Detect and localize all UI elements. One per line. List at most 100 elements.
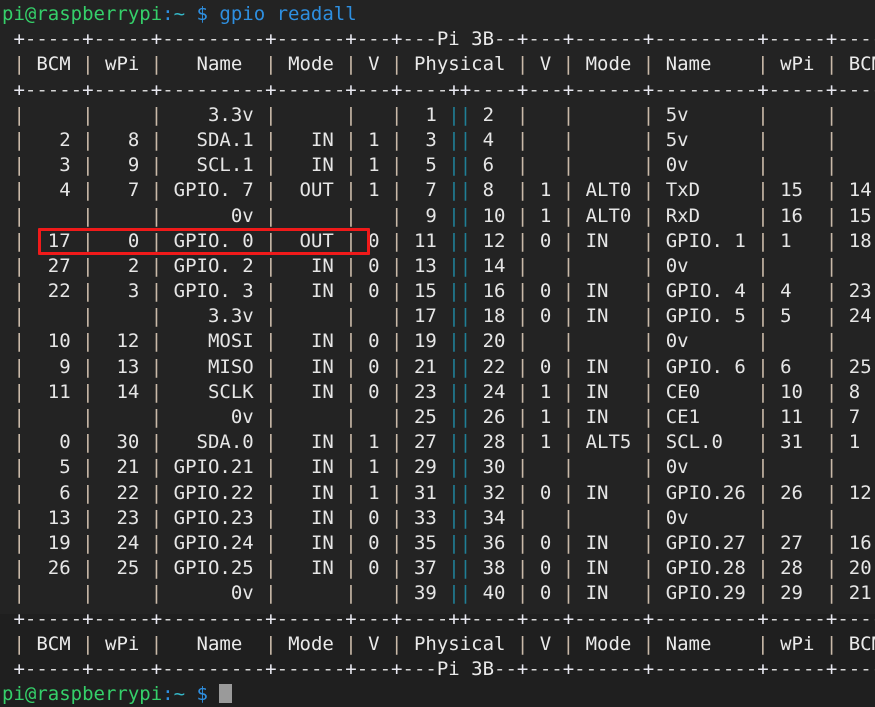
cell-bcm-right (837, 154, 875, 176)
table-row: | 11 | 14 | SCLK | IN | 0 | 23 || 24 | 1… (0, 380, 875, 405)
cell-name-left: GPIO. 7 (162, 179, 266, 202)
cell-v-right (528, 507, 562, 529)
cell-mode-right: IN (574, 355, 643, 378)
cell-mode-left: IN (276, 254, 346, 277)
cell-v-right: 1 (528, 204, 563, 227)
cell-physical-left: 35 (402, 531, 449, 554)
cell-mode-right (574, 104, 643, 126)
table-top-border: +-----+-----+---------+------+---+---Pi … (13, 28, 875, 51)
cell-name-left: GPIO.23 (162, 506, 266, 529)
cell-mode-left: IN (276, 154, 346, 177)
cell-mode-right: IN (574, 582, 643, 605)
cell-name-right: 5v (654, 103, 758, 126)
cell-name-right: 0v (654, 330, 758, 353)
cell-wpi-left: 2 (93, 254, 151, 277)
cell-name-right: SCL.0 (654, 431, 758, 454)
cell-physical-right: 28 (471, 431, 517, 454)
table-row: | 9 | 13 | MISO | IN | 0 | 21 || 22 | 0 … (0, 355, 875, 380)
cell-physical-right: 12 (471, 229, 517, 252)
cell-mode-left: IN (276, 506, 346, 529)
cell-bcm-right (837, 330, 875, 352)
cell-bcm-right (837, 104, 875, 126)
cell-wpi-right: 5 (768, 305, 826, 328)
cell-name-left: 0v (162, 406, 266, 428)
cell-wpi-left: 24 (93, 531, 151, 554)
cell-wpi-left (94, 104, 151, 126)
bottom-prompt-sigil: $ (196, 683, 208, 706)
cell-mode-right: IN (574, 406, 643, 428)
cell-name-right: GPIO.28 (654, 557, 758, 580)
cell-v-left (357, 406, 391, 428)
cell-bcm-right: 23 (848, 280, 872, 303)
cell-wpi-right (769, 456, 826, 478)
cell-physical-right: 10 (471, 204, 517, 227)
cell-v-right: 0 (528, 305, 563, 328)
cell-v-left: 0 (356, 506, 392, 529)
cell-physical-right: 4 (471, 128, 517, 151)
cell-v-right: 0 (528, 582, 563, 605)
cell-bcm-left: 11 (24, 380, 83, 403)
table-row: | | | 3.3v | | | 1 || 2 | | | 5v | | | (0, 103, 875, 128)
cell-wpi-left: 22 (93, 481, 151, 504)
cell-v-left: 0 (356, 280, 392, 303)
cell-v-left: 0 (356, 380, 392, 403)
cell-physical-left: 9 (402, 204, 449, 227)
command-prompt-line: pi@raspberrypi:~ $ gpio readall (0, 2, 875, 27)
cell-wpi-right (769, 154, 826, 176)
cell-wpi-right (769, 255, 826, 277)
cell-bcm-right: 12 (848, 481, 872, 504)
cell-physical-right: 6 (471, 154, 517, 177)
cell-bcm-left: 19 (24, 531, 83, 554)
cell-wpi-right: 27 (768, 531, 826, 554)
cell-name-left: GPIO.24 (162, 531, 266, 554)
cell-physical-left: 11 (402, 229, 449, 252)
cell-bcm-left: 13 (24, 506, 83, 529)
cell-mode-left (277, 305, 346, 327)
cell-name-right: GPIO.27 (654, 531, 758, 554)
cell-bcm-right: 25 (848, 355, 872, 378)
cell-physical-right: 8 (471, 179, 517, 202)
cell-physical-right: 18 (471, 305, 517, 328)
cell-v-left: 0 (356, 254, 392, 277)
cell-wpi-right: 26 (768, 481, 826, 504)
table-footer-rule: +-----+-----+---------+------+---+----++… (13, 607, 875, 630)
cell-v-left: 1 (356, 431, 392, 454)
cell-wpi-right (769, 104, 826, 126)
prompt-user-host: pi@raspberrypi (2, 3, 163, 25)
cell-bcm-left (25, 104, 82, 126)
cell-mode-right: ALT5 (574, 431, 643, 454)
cell-physical-right: 34 (471, 506, 517, 529)
cell-v-right: 0 (528, 229, 563, 252)
cell-physical-right: 16 (471, 280, 517, 303)
cell-physical-left: 39 (402, 582, 449, 605)
cell-bcm-right: 20 (848, 557, 872, 580)
bottom-prompt-line[interactable]: pi@raspberrypi:~ $ (0, 682, 875, 707)
cell-bcm-left: 17 (24, 229, 83, 252)
cell-wpi-right: 29 (768, 582, 826, 605)
prompt-path: ~ (173, 3, 186, 25)
cell-wpi-right: 31 (768, 431, 826, 454)
cell-mode-left (277, 104, 346, 126)
cell-physical-left: 27 (402, 431, 449, 454)
cell-bcm-left: 6 (24, 481, 83, 504)
cell-name-right: GPIO.26 (654, 481, 758, 504)
cell-wpi-left: 8 (93, 128, 151, 151)
cell-wpi-right: 10 (768, 380, 826, 403)
cell-wpi-right: 28 (768, 557, 826, 580)
cell-v-left (357, 104, 391, 126)
cell-wpi-right (769, 129, 826, 151)
cell-bcm-right (837, 456, 875, 478)
cell-physical-right: 2 (471, 103, 517, 126)
cell-physical-left: 13 (402, 254, 449, 277)
cell-name-right: GPIO. 6 (654, 355, 758, 378)
cell-bcm-left (25, 305, 82, 327)
cell-mode-left: OUT (276, 179, 346, 202)
cell-mode-left: IN (276, 355, 346, 378)
cell-v-left: 1 (356, 128, 392, 151)
cell-name-left: 0v (162, 204, 266, 227)
cell-bcm-right: 15 (848, 204, 872, 227)
cell-mode-right: ALT0 (574, 204, 643, 227)
cell-mode-right: IN (574, 229, 643, 252)
cell-wpi-left: 25 (93, 557, 151, 580)
cell-physical-left: 19 (402, 330, 449, 353)
